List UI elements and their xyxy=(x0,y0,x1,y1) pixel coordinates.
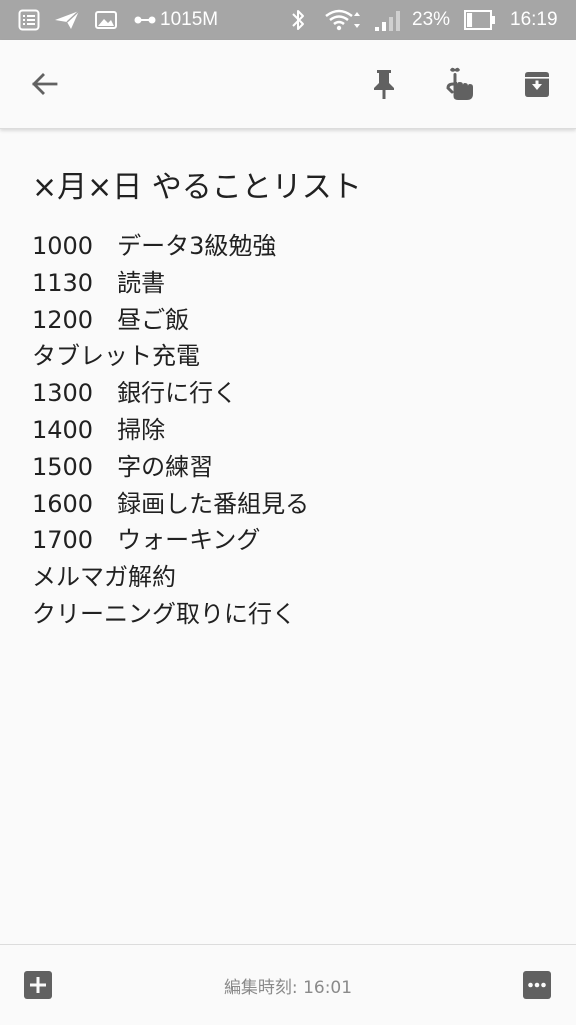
battery-percent: 23% xyxy=(412,9,451,30)
note-line[interactable]: タブレット充電 xyxy=(32,338,309,375)
add-box-icon xyxy=(24,971,52,999)
data-link-icon xyxy=(134,0,156,40)
note-line[interactable]: 1000 データ3級勉強 xyxy=(32,228,309,265)
signal-icon xyxy=(374,0,404,40)
back-button[interactable] xyxy=(22,62,66,106)
notes-app-icon xyxy=(18,0,40,40)
edit-time: 編集時刻: 16:01 xyxy=(223,977,353,998)
pin-icon xyxy=(374,70,394,99)
send-icon xyxy=(54,0,80,40)
reminder-button[interactable] xyxy=(438,62,482,106)
archive-icon xyxy=(525,72,549,97)
note-line[interactable]: 1600 録画した番組見る xyxy=(32,486,309,523)
note-line[interactable]: 1130 読書 xyxy=(32,265,309,302)
add-button[interactable] xyxy=(20,967,56,1003)
archive-button[interactable] xyxy=(515,62,559,106)
note-line[interactable]: 1300 銀行に行く xyxy=(32,375,309,412)
note-line[interactable]: クリーニング取りに行く xyxy=(32,596,309,633)
note-title[interactable]: ×月×日 やることリスト xyxy=(32,168,362,208)
network-speed: 1015M xyxy=(160,9,219,30)
note-body[interactable]: 1000 データ3級勉強 1130 読書 1200 昼ご飯 タブレット充電 13… xyxy=(32,228,309,633)
note-editor[interactable]: ×月×日 やることリスト 1000 データ3級勉強 1130 読書 1200 昼… xyxy=(0,130,576,944)
note-line[interactable]: 1500 字の練習 xyxy=(32,449,309,486)
bluetooth-icon xyxy=(290,0,306,40)
more-icon xyxy=(523,971,551,999)
image-icon xyxy=(95,0,117,40)
app-bar xyxy=(0,40,576,129)
note-line[interactable]: 1200 昼ご飯 xyxy=(32,302,309,339)
more-button[interactable] xyxy=(519,967,555,1003)
clock: 16:19 xyxy=(510,9,558,30)
status-bar: 1015M 23% 16:19 xyxy=(0,0,576,40)
battery-icon xyxy=(464,0,496,40)
note-line[interactable]: 1400 掃除 xyxy=(32,412,309,449)
bottom-bar: 編集時刻: 16:01 xyxy=(0,944,576,1025)
reminder-icon xyxy=(446,67,473,100)
wifi-icon xyxy=(324,0,364,40)
pin-button[interactable] xyxy=(362,62,406,106)
note-line[interactable]: 1700 ウォーキング xyxy=(32,522,309,559)
back-arrow-icon xyxy=(32,73,58,95)
note-line[interactable]: メルマガ解約 xyxy=(32,559,309,596)
